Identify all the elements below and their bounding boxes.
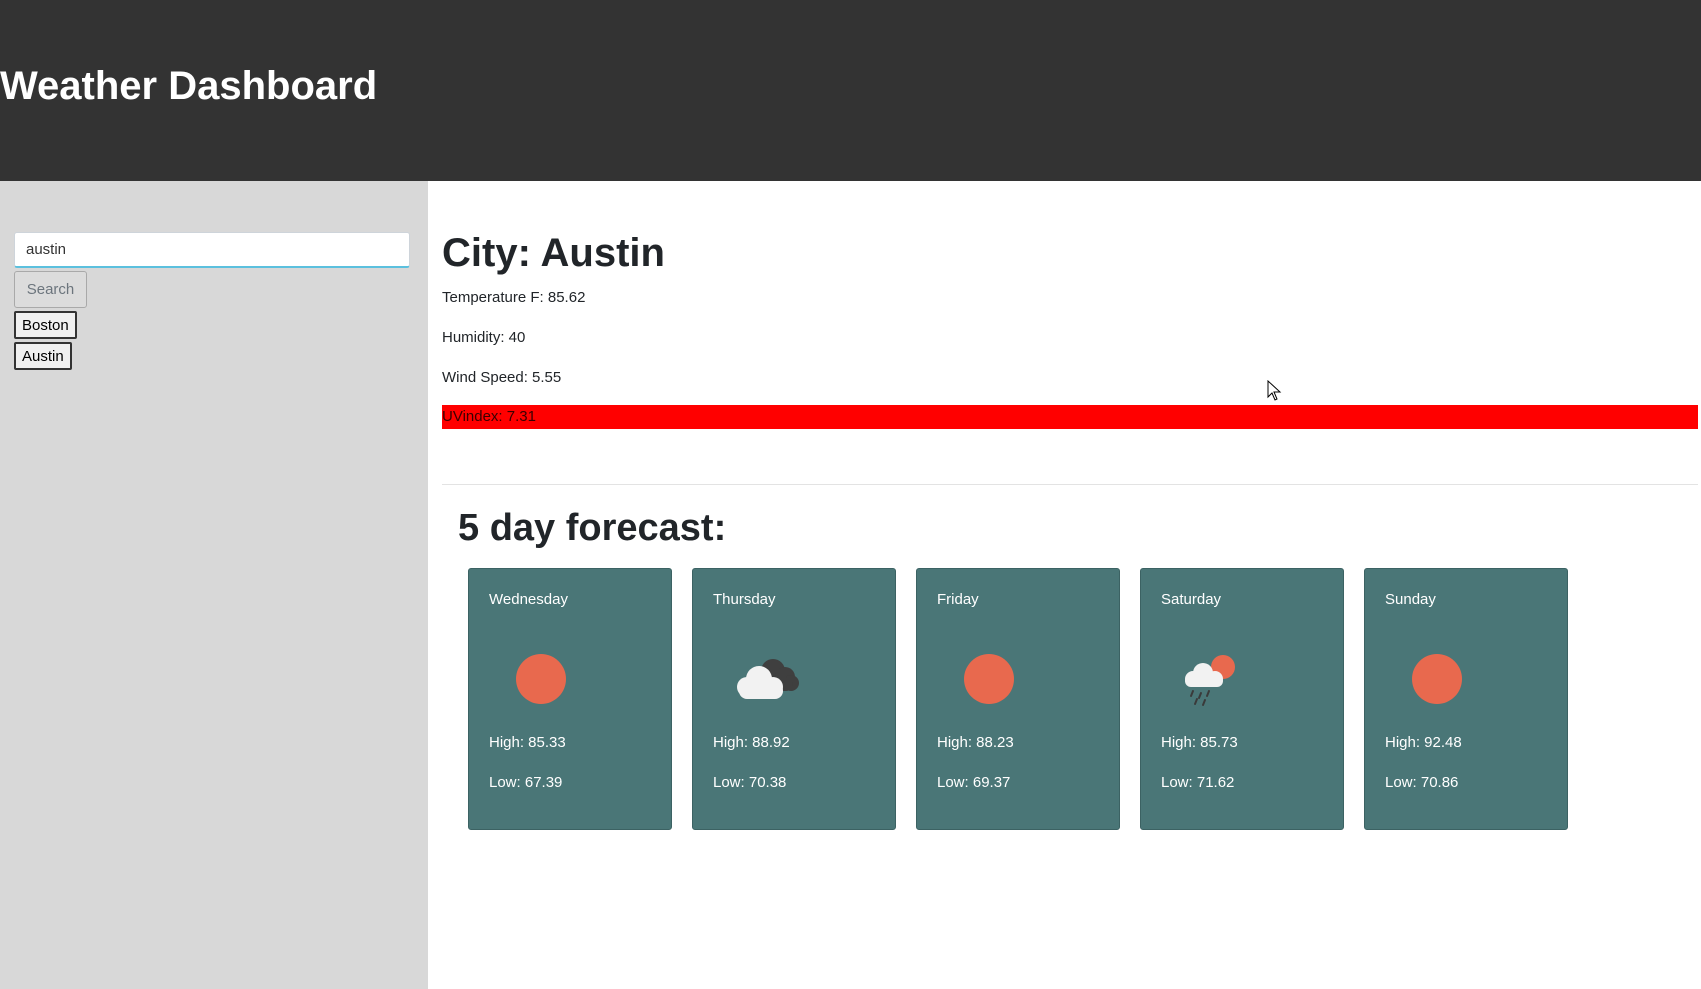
forecast-card-sunday: Sunday High: 92.48 Low: 70.86 [1364, 568, 1568, 830]
page-header: Weather Dashboard [0, 0, 1701, 181]
search-button[interactable]: Search [14, 271, 87, 308]
history-button-austin[interactable]: Austin [14, 342, 72, 370]
sun-icon [1412, 654, 1462, 704]
forecast-day: Sunday [1385, 591, 1436, 608]
forecast-card-saturday: Saturday High: 85.73 Low: 71.62 [1140, 568, 1344, 830]
divider [442, 484, 1698, 485]
forecast-high: High: 88.92 [713, 734, 790, 751]
cloudy-icon [737, 659, 799, 699]
forecast-card-wednesday: Wednesday High: 85.33 Low: 67.39 [468, 568, 672, 830]
forecast-day: Saturday [1161, 591, 1222, 608]
forecast-low: Low: 71.62 [1161, 774, 1235, 791]
forecast-high: High: 88.23 [937, 734, 1014, 751]
forecast-high: High: 85.73 [1161, 734, 1238, 751]
forecast-low: Low: 70.86 [1385, 774, 1459, 791]
forecast-low: Low: 69.37 [937, 774, 1011, 791]
forecast-day: Friday [937, 591, 979, 608]
forecast-low: Low: 67.39 [489, 774, 563, 791]
app-title: Weather Dashboard [0, 64, 378, 108]
humidity-text: Humidity: 40 [442, 329, 526, 346]
forecast-title: 5 day forecast: [458, 507, 727, 549]
forecast-card-friday: Friday High: 88.23 Low: 69.37 [916, 568, 1120, 830]
history-button-boston[interactable]: Boston [14, 311, 77, 339]
uv-index-bar: UVindex: 7.31 [442, 405, 1698, 429]
sun-icon [516, 654, 566, 704]
wind-speed-text: Wind Speed: 5.55 [442, 369, 562, 386]
forecast-low: Low: 70.38 [713, 774, 787, 791]
temperature-text: Temperature F: 85.62 [442, 289, 586, 306]
sun-icon [964, 654, 1014, 704]
forecast-card-thursday: Thursday High: 88.92 Low: 70.38 [692, 568, 896, 830]
search-input[interactable] [14, 232, 410, 268]
mouse-cursor-icon [1267, 380, 1282, 401]
forecast-high: High: 85.33 [489, 734, 566, 751]
forecast-day: Wednesday [489, 591, 568, 608]
rain-sun-icon [1185, 655, 1235, 706]
city-title: City: Austin [442, 231, 665, 275]
forecast-high: High: 92.48 [1385, 734, 1462, 751]
forecast-day: Thursday [713, 591, 776, 608]
